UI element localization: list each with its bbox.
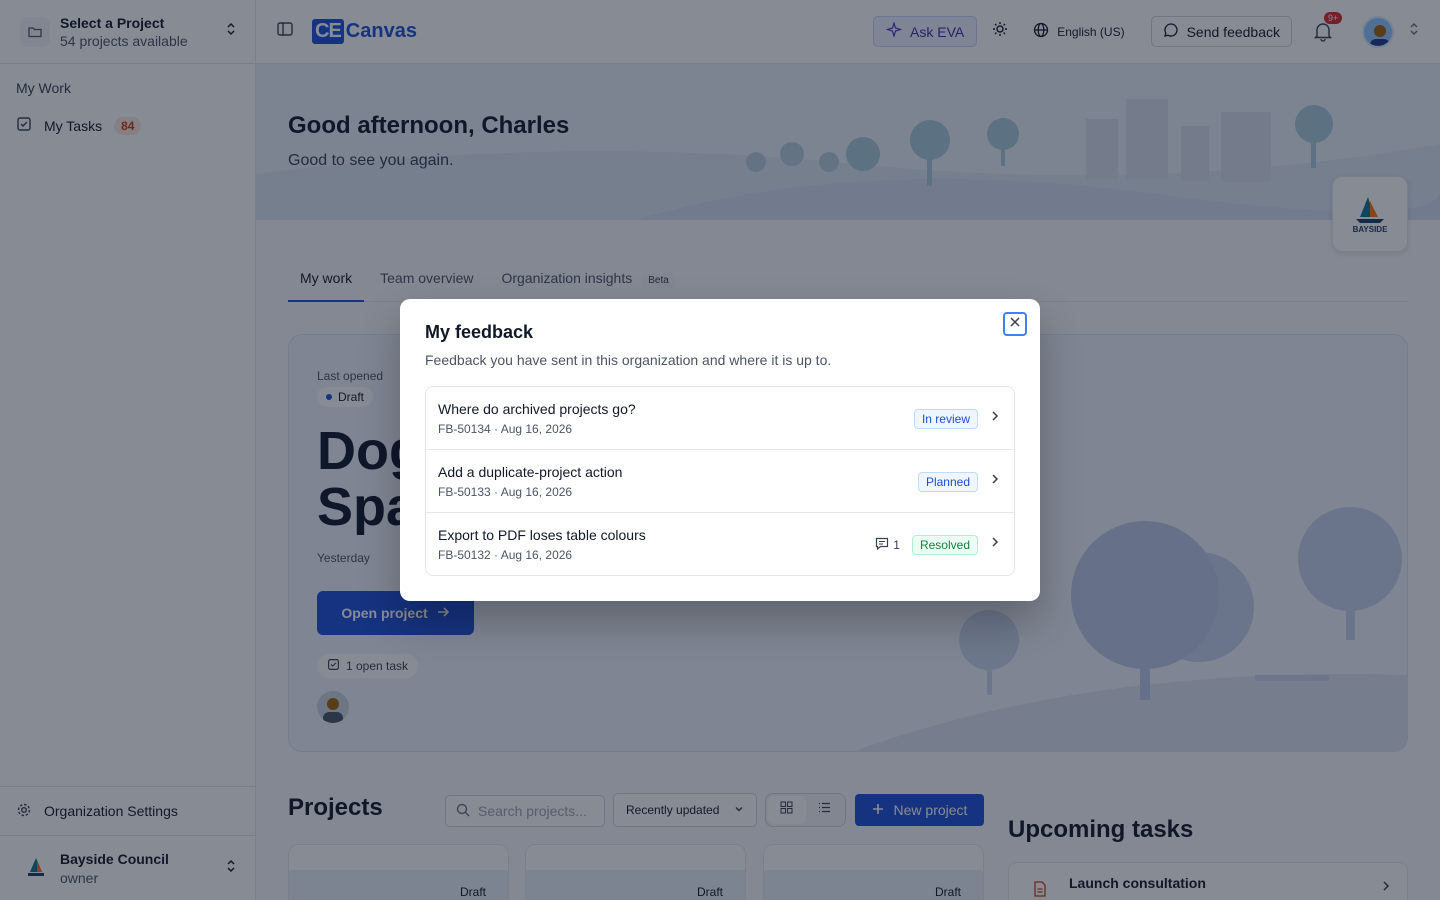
chevron-right-icon: [990, 535, 1000, 554]
feedback-item[interactable]: Where do archived projects go? FB-50134 …: [426, 387, 1014, 450]
modal-title: My feedback: [425, 322, 534, 342]
feedback-meta: FB-50134 · Aug 16, 2026: [438, 422, 573, 436]
comment-icon: [875, 537, 889, 553]
chevron-right-icon: [990, 409, 1000, 428]
feedback-title: Where do archived projects go?: [438, 401, 636, 417]
comment-count: 1: [875, 537, 900, 553]
comment-count-value: 1: [893, 537, 900, 552]
feedback-meta: FB-50132 · Aug 16, 2026: [438, 548, 573, 562]
my-feedback-dialog: My feedback Feedback you have sent in th…: [400, 299, 1040, 601]
status-badge: Resolved: [911, 534, 978, 555]
close-button[interactable]: [1003, 312, 1027, 336]
chevron-right-icon: [990, 472, 1000, 491]
feedback-list: Where do archived projects go? FB-50134 …: [425, 386, 1015, 576]
feedback-title: Add a duplicate-project action: [438, 464, 623, 480]
status-badge: In review: [913, 408, 978, 429]
feedback-title: Export to PDF loses table colours: [438, 527, 646, 543]
feedback-meta: FB-50133 · Aug 16, 2026: [438, 485, 573, 499]
close-icon: [1009, 315, 1021, 333]
feedback-item[interactable]: Add a duplicate-project action FB-50133 …: [426, 450, 1014, 513]
status-badge: Planned: [917, 471, 978, 492]
feedback-item[interactable]: Export to PDF loses table colours FB-501…: [426, 513, 1014, 575]
modal-subtitle: Feedback you have sent in this organizat…: [425, 352, 832, 368]
